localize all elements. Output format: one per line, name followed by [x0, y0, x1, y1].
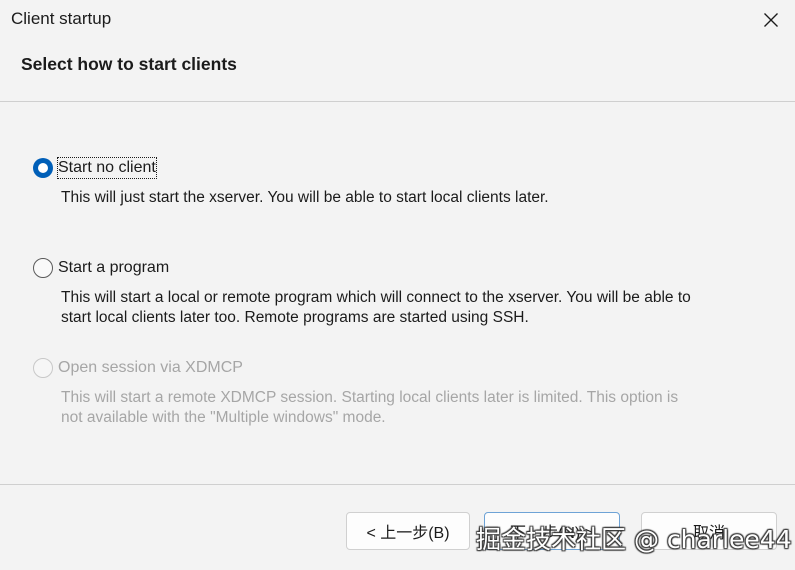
next-button[interactable]: 下一步(N) >	[484, 512, 620, 550]
wizard-footer: < 上一步(B) 下一步(N) > 取消	[0, 485, 795, 570]
close-icon	[764, 13, 778, 27]
option-label[interactable]: Start a program	[58, 258, 169, 278]
title-bar: Client startup	[0, 0, 795, 40]
back-button[interactable]: < 上一步(B)	[346, 512, 470, 550]
options-panel: Start no client This will just start the…	[0, 102, 795, 484]
option-description: This will just start the xserver. You wi…	[61, 189, 549, 206]
option-description: This will start a remote XDMCP session. …	[61, 389, 679, 426]
wizard-header: Select how to start clients	[0, 40, 795, 101]
window-title: Client startup	[11, 9, 112, 28]
radio-open-session-xdmcp	[33, 358, 53, 378]
close-button[interactable]	[747, 0, 795, 40]
option-label: Open session via XDMCP	[58, 359, 243, 376]
client-startup-dialog: Client startup Select how to start clien…	[0, 0, 795, 570]
radio-start-no-client[interactable]	[33, 158, 53, 178]
cancel-button[interactable]: 取消	[641, 512, 777, 550]
option-description: This will start a local or remote progra…	[61, 289, 691, 326]
page-title: Select how to start clients	[21, 54, 237, 74]
option-label[interactable]: Start no client	[57, 157, 157, 179]
radio-start-a-program[interactable]	[33, 258, 53, 278]
